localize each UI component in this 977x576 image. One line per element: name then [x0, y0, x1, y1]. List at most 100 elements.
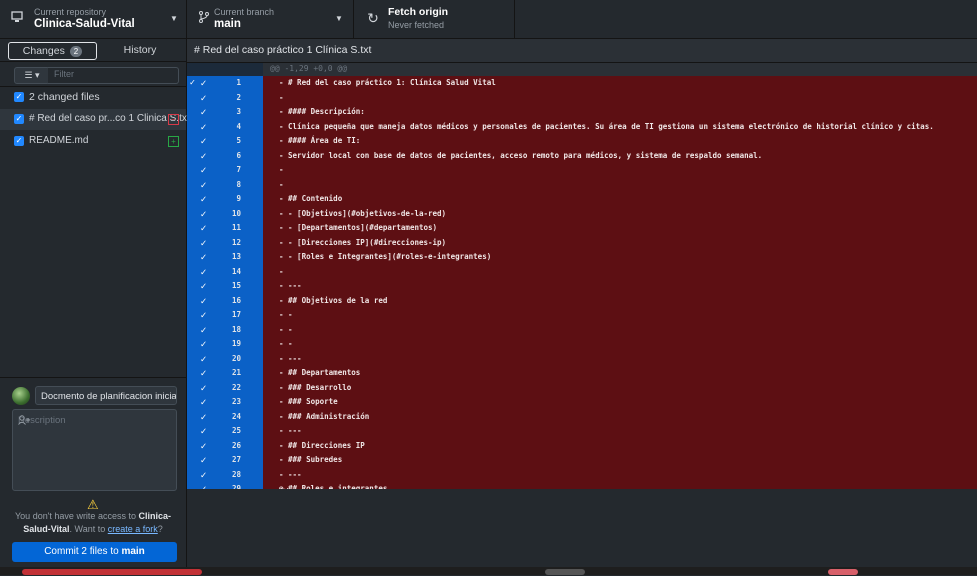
deleted-code: - - [Objetivos](#objetivos-de-la-red): [263, 206, 977, 221]
line-gutter[interactable]: ✓ 27: [187, 453, 263, 468]
sidebar-tabs: Changes 2 History: [0, 39, 186, 62]
diff-line[interactable]: ✓ 27 - ### Subredes: [187, 453, 977, 468]
diff-line[interactable]: ✓ 12 - - [Direcciones IP](#direcciones-ip): [187, 235, 977, 250]
diff-line[interactable]: ✓ 2 -: [187, 90, 977, 105]
line-gutter[interactable]: ✓ 7: [187, 163, 263, 178]
changed-file-row[interactable]: ✓ README.md +: [0, 131, 186, 152]
line-gutter[interactable]: ✓ 10: [187, 206, 263, 221]
taskbar-item[interactable]: [22, 569, 202, 575]
diff-line[interactable]: ✓ 9- ## Contenido: [187, 192, 977, 207]
line-selected-icon: ✓: [200, 237, 208, 248]
line-number: 16: [231, 295, 241, 305]
line-gutter[interactable]: ✓ ✓ 1: [187, 76, 263, 91]
taskbar-item[interactable]: [828, 569, 858, 575]
line-gutter[interactable]: ✓ 23: [187, 395, 263, 410]
diff-line[interactable]: ✓ 25 - ---: [187, 424, 977, 439]
line-gutter[interactable]: ✓ 11: [187, 221, 263, 236]
deleted-code: - #### Área de TI:: [263, 134, 977, 149]
line-gutter[interactable]: ✓ 9: [187, 192, 263, 207]
diff-line[interactable]: ✓ 26 - ## Direcciones IP: [187, 438, 977, 453]
repository-selector[interactable]: Current repository Clinica-Salud-Vital ▼: [0, 0, 187, 38]
file-checkbox[interactable]: ✓: [14, 114, 24, 124]
line-number: 12: [231, 237, 241, 247]
diff-line[interactable]: ✓ 13 - - [Roles e Integrantes](#roles-e-in…: [187, 250, 977, 265]
line-gutter[interactable]: ✓ 24: [187, 409, 263, 424]
diff-line[interactable]: ✓ 8-: [187, 177, 977, 192]
deleted-code: - ---: [263, 279, 977, 294]
deleted-code: -: [263, 163, 977, 178]
line-number: 6: [236, 150, 241, 160]
line-number: 27: [231, 455, 241, 464]
tab-changes-label: Changes: [22, 45, 65, 57]
line-gutter[interactable]: ✓ 22: [187, 380, 263, 395]
line-gutter[interactable]: ✓ 19: [187, 337, 263, 352]
line-gutter[interactable]: ✓ 13: [187, 250, 263, 265]
changed-file-row[interactable]: ✓ # Red del caso pr...co 1 Clinica S.txt…: [0, 109, 190, 130]
diff-line[interactable]: ✓ 18 - -: [187, 322, 977, 337]
diff-line[interactable]: ✓ 20 - ---: [187, 351, 977, 366]
commit-summary-input[interactable]: Docmento de planificacion inicial: [35, 386, 177, 405]
line-gutter[interactable]: ✓ 16: [187, 293, 263, 308]
tab-history[interactable]: History: [100, 42, 180, 58]
select-all-checkbox[interactable]: ✓: [14, 92, 24, 102]
line-gutter[interactable]: ✓ 2: [187, 90, 263, 105]
line-gutter[interactable]: ✓ 12: [187, 235, 263, 250]
diff-line[interactable]: ✓ 15 - ---: [187, 279, 977, 294]
diff-line[interactable]: ✓ 16 - ## Objetivos de la red: [187, 293, 977, 308]
select-all-checkbox-row[interactable]: ✓ 2 changed files: [0, 87, 186, 108]
diff-line[interactable]: ✓ 6- Servidor local con base de datos de …: [187, 148, 977, 163]
line-gutter[interactable]: ✓ 28: [187, 467, 263, 482]
line-gutter[interactable]: ✓ 18: [187, 322, 263, 337]
deleted-code: - -: [263, 308, 977, 323]
line-gutter[interactable]: ✓ 6: [187, 148, 263, 163]
commit-description-input[interactable]: Description: [12, 409, 177, 491]
diff-line[interactable]: ✓ 23 - ### Soporte: [187, 395, 977, 410]
file-checkbox[interactable]: ✓: [14, 136, 24, 146]
line-gutter[interactable]: ✓ 20: [187, 351, 263, 366]
line-selected-icon: ✓: [200, 223, 208, 233]
deleted-code: - # Red del caso práctico 1: Clínica Sal…: [263, 76, 977, 91]
line-gutter[interactable]: ✓ 15: [187, 279, 263, 294]
code-content: - -: [279, 310, 293, 319]
line-gutter[interactable]: ✓ 3: [187, 105, 263, 120]
deleted-code: -: [263, 264, 977, 279]
line-gutter[interactable]: ✓ 26: [187, 438, 263, 453]
diff-line[interactable]: ✓ 28 - ---: [187, 467, 977, 482]
line-gutter[interactable]: ✓ 25: [187, 424, 263, 439]
line-gutter[interactable]: ✓ 5: [187, 134, 263, 149]
code-content: -: [279, 92, 284, 102]
select-line-icon[interactable]: ✓: [187, 76, 198, 91]
line-gutter[interactable]: ✓ 14: [187, 264, 263, 279]
diff-line[interactable]: ✓ 10 - - [Objetivos](#objetivos-de-la-red): [187, 206, 977, 221]
line-gutter[interactable]: ✓ 8: [187, 177, 263, 192]
diff-line[interactable]: ✓ 4- Clínica pequeña que maneja datos méd…: [187, 119, 977, 134]
diff-line[interactable]: ✓ 3- #### Descripción:: [187, 105, 977, 120]
filter-input[interactable]: Filter: [48, 67, 179, 84]
code-content: - ### Soporte: [279, 397, 338, 406]
diff-view: @@ -1,29 +0,0 @@ ✓ ✓ 1- # Red del caso prá…: [187, 63, 977, 497]
diff-line[interactable]: ✓ 22 - ### Desarrollo: [187, 380, 977, 395]
diff-line[interactable]: ✓ 24 - ### Administración: [187, 409, 977, 424]
tab-changes[interactable]: Changes 2: [8, 42, 97, 60]
create-fork-link[interactable]: create a fork: [108, 524, 158, 534]
diff-line[interactable]: ✓ 17 - -: [187, 308, 977, 323]
taskbar-item[interactable]: [545, 569, 585, 575]
branch-selector[interactable]: Current branch main ▼: [187, 0, 354, 38]
line-gutter[interactable]: ✓ 17: [187, 308, 263, 323]
add-coauthor-icon[interactable]: [18, 415, 31, 485]
line-number: 5: [236, 136, 241, 145]
deleted-code: - ## Departamentos: [263, 366, 977, 381]
fetch-origin-button[interactable]: ↻ Fetch origin Never fetched: [354, 0, 515, 38]
diff-line[interactable]: ✓ ✓ 1 - # Red del caso práctico 1: Clínica …: [187, 76, 977, 91]
diff-line[interactable]: ✓ 19 - -: [187, 337, 977, 352]
diff-line[interactable]: ✓ 7-: [187, 163, 977, 178]
line-gutter[interactable]: ✓ 21: [187, 366, 263, 381]
diff-line[interactable]: ✓ 21 - ## Departamentos: [187, 366, 977, 381]
diff-line[interactable]: ✓ 14 -: [187, 264, 977, 279]
desktop-repo-icon: [10, 11, 24, 25]
diff-line[interactable]: ✓ 5- #### Área de TI:: [187, 134, 977, 149]
filter-options-button[interactable]: ☰ ▾: [14, 67, 50, 84]
commit-button[interactable]: Commit 2 files to main: [12, 542, 177, 562]
line-gutter[interactable]: ✓ 4: [187, 119, 263, 134]
diff-line[interactable]: ✓ 11 - - [Departamentos](#departamentos): [187, 221, 977, 236]
